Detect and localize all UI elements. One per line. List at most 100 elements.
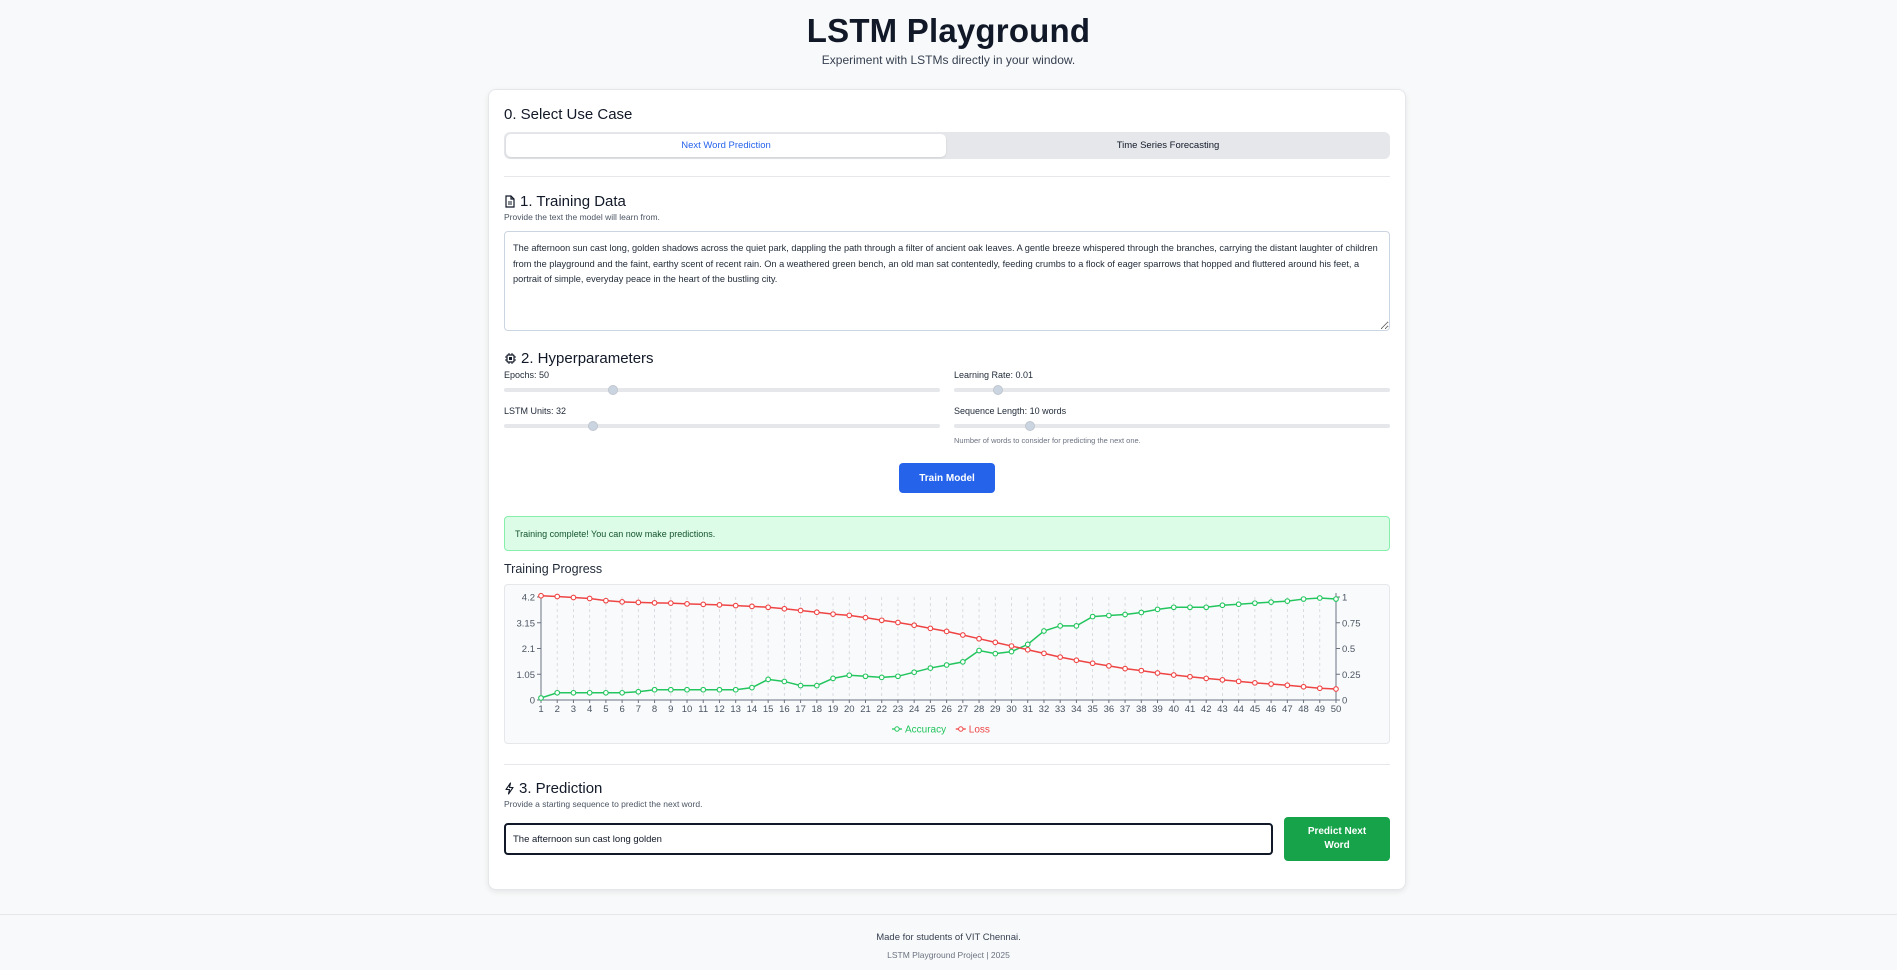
data-point-loss bbox=[1170, 672, 1177, 678]
x-tick-label: 28 bbox=[974, 704, 985, 715]
data-point-accuracy bbox=[554, 689, 561, 696]
tab-next-word-prediction[interactable]: Next Word Prediction bbox=[506, 134, 946, 157]
right-tick-label: 0 bbox=[1342, 696, 1347, 707]
data-point-accuracy bbox=[684, 686, 690, 693]
data-point-loss bbox=[732, 602, 739, 609]
right-tick-label: 0.5 bbox=[1342, 644, 1355, 655]
data-point-loss bbox=[603, 597, 609, 604]
tab-time-series-forecasting[interactable]: Time Series Forecasting bbox=[948, 134, 1388, 157]
epochs-slider[interactable] bbox=[504, 385, 940, 395]
data-point-accuracy bbox=[765, 676, 771, 683]
prediction-input[interactable] bbox=[504, 823, 1273, 855]
epochs-slider-thumb[interactable] bbox=[608, 385, 618, 395]
x-tick-label: 7 bbox=[636, 704, 641, 715]
legend-label: Loss bbox=[969, 725, 990, 736]
x-tick-label: 9 bbox=[668, 704, 673, 715]
data-point-loss bbox=[635, 599, 642, 606]
page-subtitle: Experiment with LSTMs directly in your w… bbox=[821, 53, 1076, 67]
data-point-accuracy bbox=[878, 674, 885, 681]
x-tick-label: 38 bbox=[1136, 704, 1147, 715]
data-point-accuracy bbox=[586, 689, 593, 696]
learning-rate-slider[interactable] bbox=[954, 385, 1390, 395]
data-point-loss bbox=[570, 594, 577, 601]
data-point-accuracy bbox=[1073, 622, 1080, 629]
data-point-loss bbox=[911, 622, 918, 629]
training-text-input[interactable] bbox=[504, 231, 1390, 331]
data-point-loss bbox=[1122, 665, 1128, 672]
x-tick-label: 46 bbox=[1266, 704, 1277, 715]
x-tick-label: 3 bbox=[571, 704, 576, 715]
data-point-loss bbox=[862, 614, 869, 621]
data-point-loss bbox=[830, 611, 836, 618]
data-point-loss bbox=[1235, 678, 1242, 685]
x-tick-label: 6 bbox=[619, 704, 624, 715]
data-point-loss bbox=[813, 609, 820, 616]
data-point-loss bbox=[749, 603, 755, 610]
prediction-title-text: 3. Prediction bbox=[519, 780, 603, 797]
lstm-units-label: LSTM Units: 32 bbox=[504, 406, 567, 416]
epochs-label: Epochs: 50 bbox=[504, 370, 550, 380]
training-progress-title: Training Progress bbox=[504, 562, 603, 576]
training-data-description: Provide the text the model will learn fr… bbox=[504, 212, 660, 222]
data-point-accuracy bbox=[846, 672, 853, 679]
data-point-loss bbox=[992, 639, 999, 646]
data-point-loss bbox=[1106, 663, 1112, 669]
data-point-accuracy bbox=[667, 686, 674, 693]
data-point-loss bbox=[1187, 673, 1193, 680]
data-point-accuracy bbox=[1333, 596, 1339, 602]
data-point-accuracy bbox=[976, 647, 982, 654]
legend-label: Accuracy bbox=[905, 725, 946, 736]
use-case-tabs: Next Word Prediction Time Series Forecas… bbox=[504, 132, 1390, 159]
data-point-loss bbox=[797, 607, 804, 614]
x-tick-label: 17 bbox=[795, 704, 806, 715]
x-tick-label: 1 bbox=[538, 704, 543, 715]
data-point-accuracy bbox=[862, 673, 869, 680]
x-tick-label: 33 bbox=[1055, 704, 1066, 715]
x-tick-label: 25 bbox=[925, 704, 936, 715]
sequence-length-slider[interactable] bbox=[954, 421, 1390, 431]
predict-next-word-button[interactable]: Predict Next Word bbox=[1284, 817, 1390, 861]
document-icon bbox=[504, 195, 516, 208]
series-line-accuracy bbox=[540, 597, 1337, 699]
x-tick-label: 40 bbox=[1168, 704, 1179, 715]
data-point-accuracy bbox=[635, 688, 642, 695]
data-point-accuracy bbox=[1219, 602, 1226, 609]
x-tick-label: 18 bbox=[812, 704, 823, 715]
left-tick-label: 3.15 bbox=[517, 618, 536, 629]
data-point-loss bbox=[1024, 646, 1031, 653]
data-point-accuracy bbox=[732, 686, 739, 693]
train-model-button[interactable]: Train Model bbox=[899, 463, 995, 493]
x-tick-label: 21 bbox=[860, 704, 871, 715]
sequence-length-slider-thumb[interactable] bbox=[1025, 421, 1036, 431]
data-point-loss bbox=[943, 628, 950, 635]
data-point-loss bbox=[1300, 683, 1307, 690]
data-point-accuracy bbox=[700, 686, 707, 693]
data-point-loss bbox=[651, 600, 658, 606]
data-point-accuracy bbox=[911, 669, 918, 676]
data-point-loss bbox=[1203, 675, 1210, 682]
data-point-loss bbox=[1057, 654, 1064, 660]
x-tick-label: 2 bbox=[555, 704, 560, 715]
lstm-units-slider-thumb[interactable] bbox=[588, 421, 599, 431]
x-tick-label: 37 bbox=[1120, 704, 1131, 715]
chart-svg: 01.052.13.154.200.250.50.7511 2 3 4 5 6 7 8 9 10 1… bbox=[517, 593, 1361, 736]
data-point-accuracy bbox=[603, 689, 609, 696]
x-tick-label: 41 bbox=[1185, 704, 1196, 715]
x-tick-label: 16 bbox=[779, 704, 790, 715]
lstm-units-slider[interactable] bbox=[504, 421, 940, 431]
data-point-loss bbox=[1073, 657, 1080, 664]
prediction-row: Predict Next Word bbox=[504, 817, 1390, 861]
data-point-loss bbox=[586, 595, 593, 602]
x-tick-label: 22 bbox=[876, 704, 887, 715]
data-point-accuracy bbox=[1122, 611, 1128, 618]
status-message: Training complete! You can now make pred… bbox=[504, 516, 1390, 551]
learning-rate-slider-thumb[interactable] bbox=[992, 385, 1003, 395]
data-point-accuracy bbox=[619, 689, 625, 696]
x-tick-label: 14 bbox=[747, 704, 758, 715]
data-point-loss bbox=[878, 617, 885, 624]
right-tick-label: 0.75 bbox=[1342, 618, 1361, 629]
epochs-control: Epochs: 50 bbox=[504, 370, 940, 395]
data-point-accuracy bbox=[895, 673, 901, 680]
x-tick-label: 11 bbox=[698, 704, 708, 715]
data-point-accuracy bbox=[781, 678, 788, 685]
